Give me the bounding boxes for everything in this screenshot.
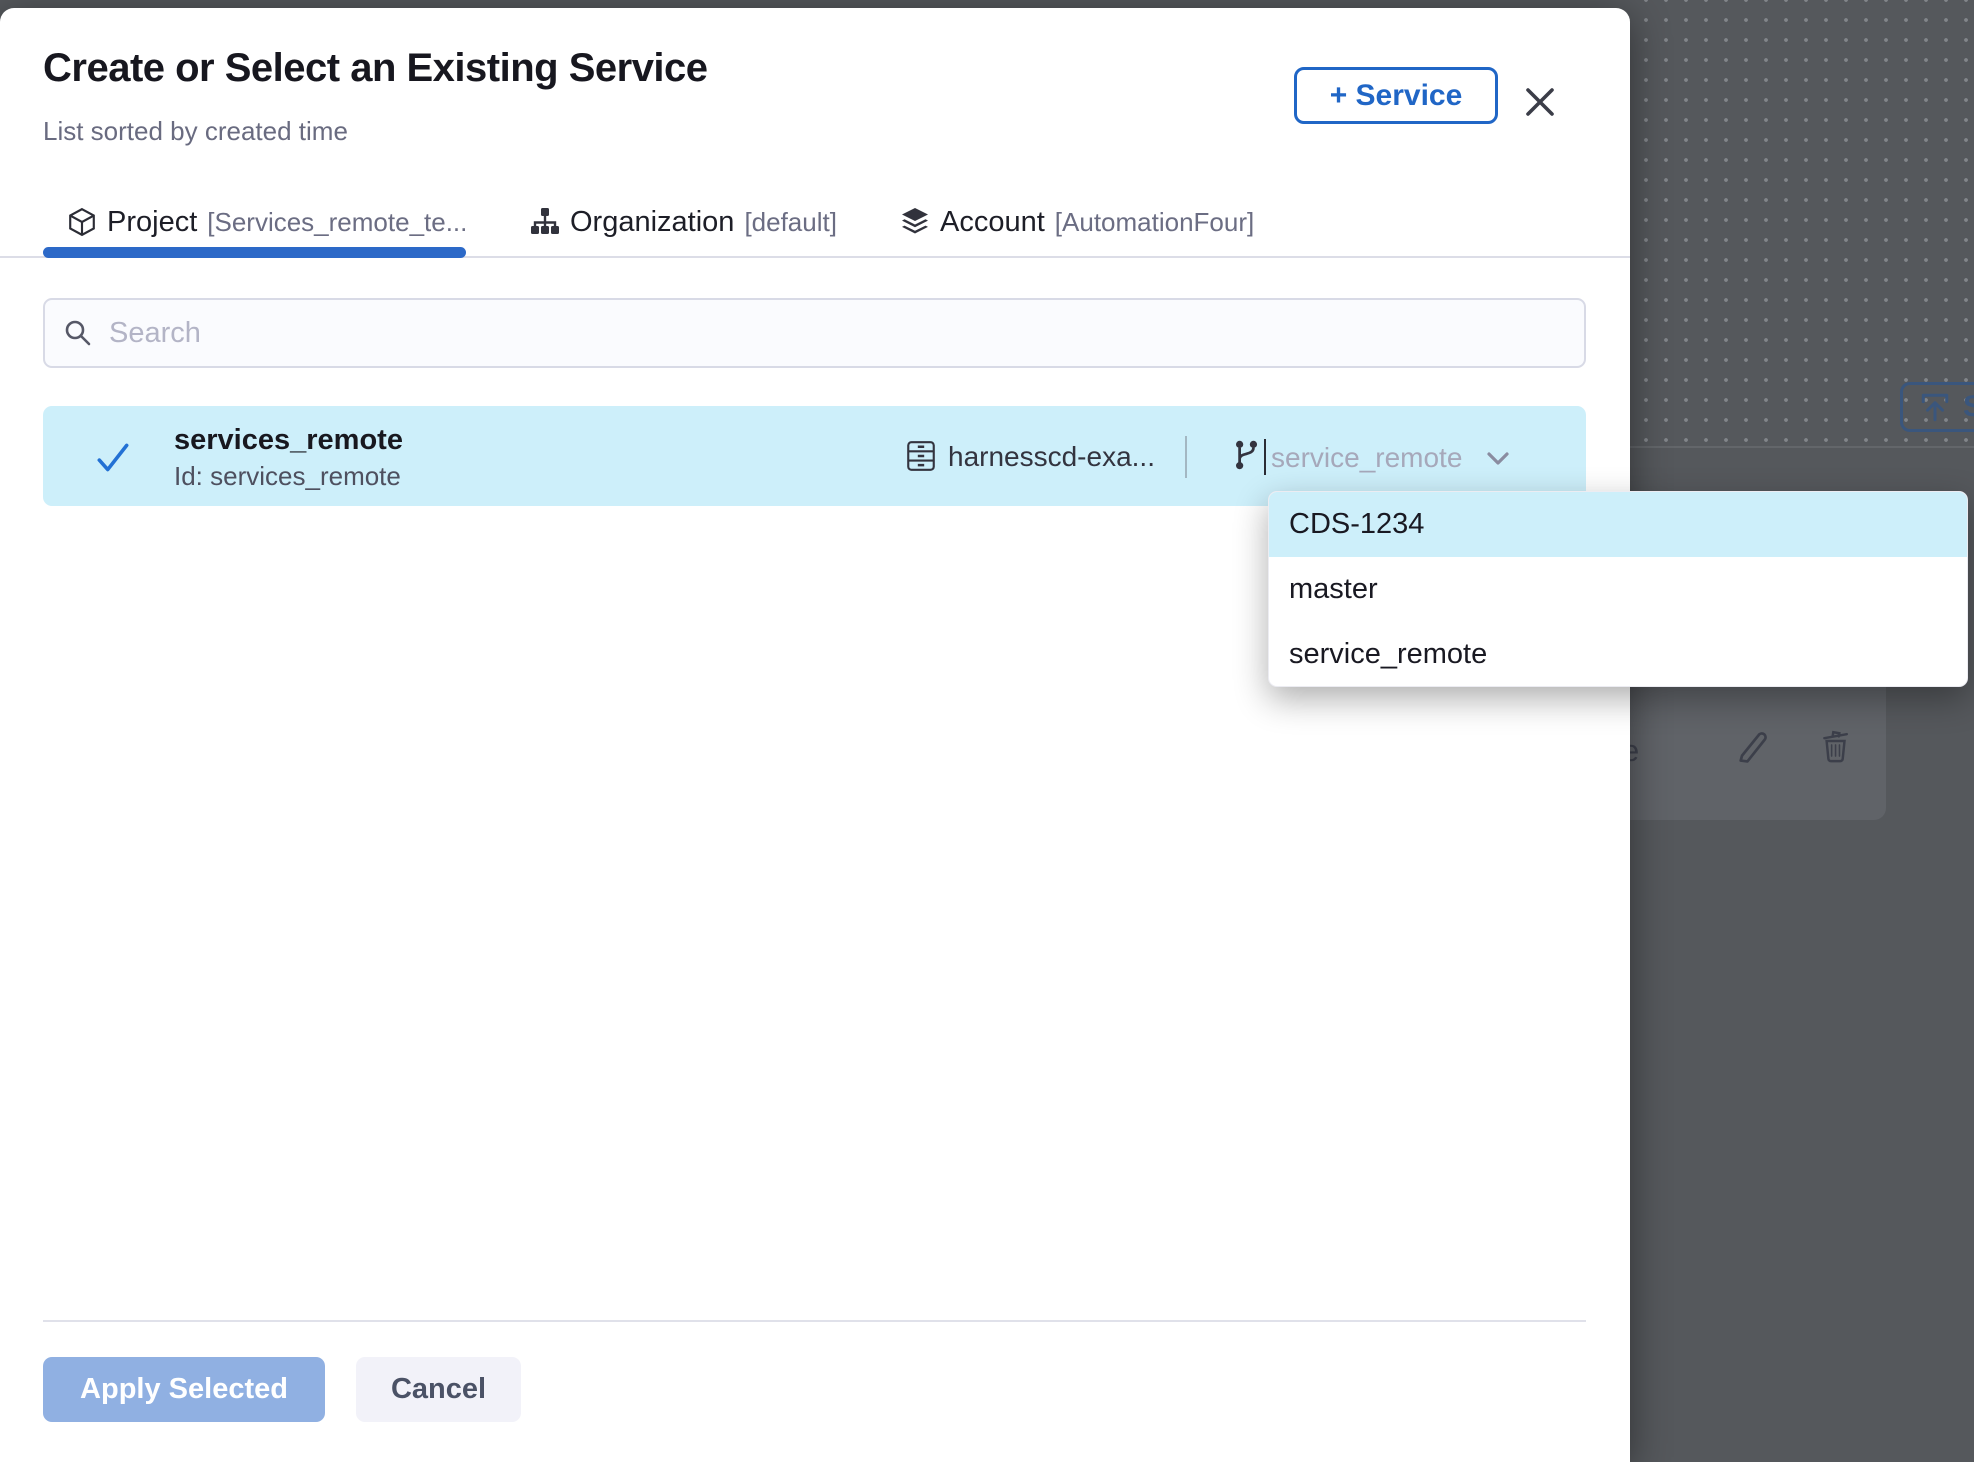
tab-project[interactable]: Project [Services_remote_te... [67,196,467,248]
branch-select-placeholder[interactable]: service_remote [1271,442,1462,474]
tab-account-label: Account [940,206,1045,239]
cancel-button[interactable]: Cancel [356,1357,521,1422]
repository-icon [904,439,938,473]
close-icon [1520,82,1560,122]
tab-organization-label: Organization [570,206,734,239]
delete-trash-icon[interactable] [1816,727,1854,765]
git-branch-icon [1229,438,1263,472]
service-name: services_remote [174,424,403,457]
active-tab-underline [43,247,466,258]
check-icon [93,438,133,478]
text-cursor [1264,439,1266,475]
modal-subtitle: List sorted by created time [43,116,348,147]
search-icon [63,318,93,348]
background-save-label: S [1963,390,1974,424]
cube-icon [67,207,97,237]
layers-icon [900,207,930,237]
close-button[interactable] [1518,80,1562,124]
footer-divider [43,1320,1586,1322]
tab-organization-scope: [default] [744,207,837,238]
tab-account-scope: [AutomationFour] [1055,207,1254,238]
edit-pencil-icon[interactable] [1734,727,1772,765]
dropdown-option-master[interactable]: master [1269,557,1967,622]
screen: { "colors": { "accent_blue": "#2066c6", … [0,0,1974,1462]
branch-dropdown-menu: CDS-1234 master service_remote [1268,491,1968,687]
page-header-dot-pattern [1630,0,1974,446]
dropdown-option-cds-1234[interactable]: CDS-1234 [1269,492,1967,557]
chevron-down-icon[interactable] [1485,446,1511,472]
background-save-button[interactable]: S [1900,382,1974,432]
background-card-row: e [1598,725,1886,785]
upload-icon [1919,391,1951,423]
repository-name: harnesscd-exa... [948,441,1155,473]
service-id: Id: services_remote [174,461,401,492]
dropdown-option-service-remote[interactable]: service_remote [1269,622,1967,687]
tab-project-label: Project [107,206,197,239]
tab-account[interactable]: Account [AutomationFour] [900,196,1254,248]
page-header-divider [1630,446,1974,448]
org-hierarchy-icon [530,207,560,237]
tab-organization[interactable]: Organization [default] [530,196,837,248]
new-service-button[interactable]: + Service [1294,67,1498,124]
row-divider [1185,436,1187,478]
apply-selected-button[interactable]: Apply Selected [43,1357,325,1422]
modal-title: Create or Select an Existing Service [43,46,708,91]
tab-project-scope: [Services_remote_te... [207,207,467,238]
search-box [43,298,1586,368]
search-input[interactable] [109,317,1584,350]
select-service-modal: Create or Select an Existing Service Lis… [0,8,1630,1462]
